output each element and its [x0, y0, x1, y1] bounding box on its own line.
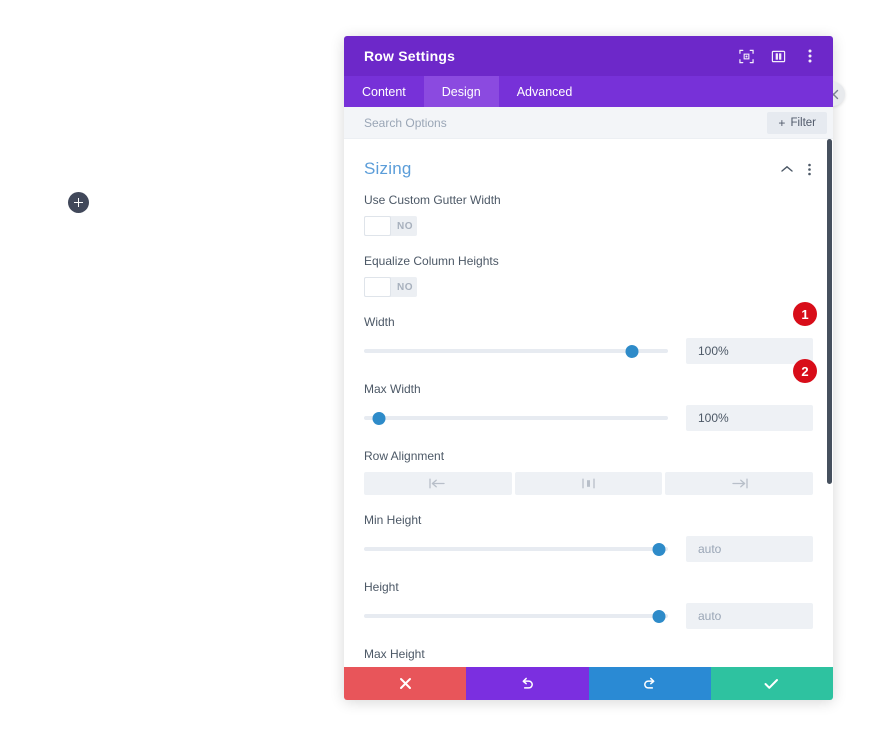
step-badge-1: 1	[793, 302, 817, 326]
field-label: Min Height	[364, 513, 422, 527]
slider-height[interactable]	[364, 608, 668, 624]
scrollbar-track[interactable]	[826, 139, 833, 667]
slider-track	[364, 547, 668, 551]
section-title-sizing: Sizing	[364, 159, 412, 178]
cancel-button[interactable]	[344, 667, 467, 700]
value-input-height[interactable]: auto	[686, 603, 813, 629]
align-right-icon[interactable]	[665, 472, 814, 495]
toggle-state-label: NO	[397, 281, 413, 293]
slider-width[interactable]	[364, 343, 668, 359]
align-center-icon[interactable]	[514, 472, 663, 495]
check-icon	[764, 678, 779, 689]
value-input-width[interactable]: 100%	[686, 338, 813, 364]
slider-knob[interactable]	[625, 344, 639, 358]
section-header-sizing: Sizing	[344, 139, 833, 193]
field-min-height: Min Height auto	[344, 513, 833, 562]
search-input[interactable]	[364, 115, 768, 130]
filter-button[interactable]: + Filter	[767, 111, 827, 134]
row-alignment-group	[364, 472, 814, 495]
focus-mode-icon[interactable]	[737, 47, 755, 65]
undo-button[interactable]	[466, 667, 589, 700]
redo-button[interactable]	[588, 667, 711, 700]
field-label: Width	[364, 315, 395, 329]
toggle-use-custom-gutter-width[interactable]: NO	[364, 216, 417, 236]
slider-knob[interactable]	[372, 411, 386, 425]
slider-track	[364, 614, 668, 618]
toggle-state-label: NO	[397, 220, 413, 232]
filter-button-label: Filter	[790, 116, 816, 129]
slider-row: 100%	[364, 405, 813, 431]
slider-track	[364, 349, 668, 353]
redo-icon	[644, 677, 655, 689]
align-left-icon[interactable]	[364, 472, 512, 495]
slider-max-width[interactable]	[364, 410, 668, 426]
settings-scroll-area: Sizing Use Custom Gutter Width NO Equali…	[344, 139, 833, 667]
field-label: Row Alignment	[364, 449, 445, 463]
field-label: Use Custom Gutter Width	[364, 193, 501, 207]
add-module-button[interactable]	[68, 192, 89, 213]
toggle-knob	[364, 216, 391, 236]
kebab-menu-icon[interactable]	[801, 161, 817, 177]
field-max-height: Max Height none	[344, 647, 833, 667]
field-max-width: Max Width 100%	[344, 382, 833, 431]
kebab-menu-icon[interactable]	[801, 47, 819, 65]
modal-action-bar	[344, 667, 833, 700]
tab-design[interactable]: Design	[423, 76, 499, 107]
header-icon-group	[737, 47, 819, 65]
slider-track	[364, 416, 668, 420]
scrollbar-thumb[interactable]	[827, 139, 832, 484]
toggle-equalize-column-heights[interactable]: NO	[364, 277, 417, 297]
value-input-max-width[interactable]: 100%	[686, 405, 813, 431]
search-bar: + Filter	[344, 107, 833, 139]
undo-icon	[522, 677, 533, 689]
slider-row: auto	[364, 603, 813, 629]
slider-knob[interactable]	[652, 609, 666, 623]
slider-row: 100%	[364, 338, 813, 364]
field-equalize-column-heights: Equalize Column Heights NO	[344, 254, 833, 297]
page-title: Row Settings	[364, 48, 456, 64]
builder-canvas: Row Settings Content Design Advanced Sea…	[0, 0, 880, 746]
row-settings-modal: Row Settings Content Design Advanced Sea…	[344, 36, 845, 700]
field-label: Max Width	[364, 382, 421, 396]
step-badge-2: 2	[793, 359, 817, 383]
field-label: Equalize Column Heights	[364, 254, 499, 268]
tab-advanced[interactable]: Advanced	[499, 76, 591, 107]
slider-row: auto	[364, 536, 813, 562]
field-width: Width 100%	[344, 315, 833, 364]
slider-knob[interactable]	[652, 542, 666, 556]
layout-panel-icon[interactable]	[769, 47, 787, 65]
modal-header: Row Settings	[344, 36, 833, 76]
save-button[interactable]	[710, 667, 833, 700]
toggle-knob	[364, 277, 391, 297]
field-height: Height auto	[344, 580, 833, 629]
value-input-min-height[interactable]: auto	[686, 536, 813, 562]
modal-body: Sizing Use Custom Gutter Width NO Equali…	[344, 139, 833, 667]
modal-tabs: Content Design Advanced	[344, 76, 833, 107]
plus-icon: +	[778, 115, 786, 130]
close-icon	[399, 678, 411, 689]
field-use-custom-gutter-width: Use Custom Gutter Width NO	[344, 193, 833, 236]
field-label: Max Height	[364, 647, 425, 661]
slider-min-height[interactable]	[364, 541, 668, 557]
tab-content[interactable]: Content	[344, 76, 424, 107]
field-label: Height	[364, 580, 399, 594]
plus-icon	[77, 198, 80, 207]
field-row-alignment: Row Alignment	[344, 449, 833, 495]
chevron-up-icon[interactable]	[779, 161, 795, 177]
